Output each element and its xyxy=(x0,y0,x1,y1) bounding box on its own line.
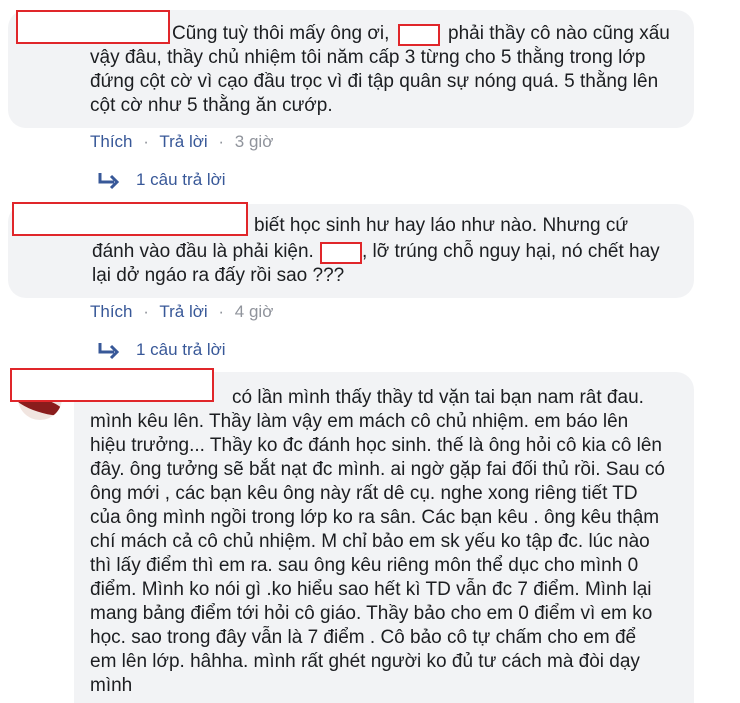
like-link[interactable]: Thích xyxy=(90,132,133,151)
comment-actions: Thích · Trả lời · 4 giờ xyxy=(90,302,274,321)
reply-link[interactable]: Trả lời xyxy=(159,132,207,151)
comment-text-line2a: đánh vào đầu là phải kiện. xyxy=(92,241,314,262)
comment-text-line2b: , lỡ trúng chỗ nguy hại, nó chết hay xyxy=(362,241,660,262)
comment-bubble: biết học sinh hư hay láo như nào. Nhưng … xyxy=(8,202,694,298)
reply-arrow-icon xyxy=(98,343,120,360)
replies-count: 1 câu trả lời xyxy=(136,340,226,359)
comment-text-line1: có lần mình thấy thầy td vặn tai bạn nam… xyxy=(232,387,644,408)
comment-timestamp[interactable]: 4 giờ xyxy=(235,302,274,321)
comment-timestamp[interactable]: 3 giờ xyxy=(235,132,274,151)
view-replies-link[interactable]: 1 câu trả lời xyxy=(96,340,226,360)
view-replies-link[interactable]: 1 câu trả lời xyxy=(96,170,226,190)
comment-text-line1: Cũng tuỳ thôi mấy ông ơi, xyxy=(172,23,390,44)
redacted-commenter-name xyxy=(16,10,170,44)
redacted-word xyxy=(320,242,362,264)
redacted-commenter-name xyxy=(12,202,248,236)
redacted-word xyxy=(398,24,440,46)
redacted-commenter-name xyxy=(10,368,214,402)
like-link[interactable]: Thích xyxy=(90,302,133,321)
comment-text-line1: biết học sinh hư hay láo như nào. Nhưng … xyxy=(254,215,629,236)
comment-actions: Thích · Trả lời · 3 giờ xyxy=(90,132,274,151)
comment-text-line3: lại dở ngáo ra đấy rồi sao ??? xyxy=(92,265,345,286)
replies-count: 1 câu trả lời xyxy=(136,170,226,189)
comment-text: mình kêu lên. Thầy làm vậy em mách cô ch… xyxy=(90,411,665,696)
comment-bubble: Cũng tuỳ thôi mấy ông ơi, phải thầy cô n… xyxy=(8,10,694,128)
comment-text: vậy đâu, thầy chủ nhiệm tôi năm cấp 3 từ… xyxy=(90,47,659,116)
reply-link[interactable]: Trả lời xyxy=(159,302,207,321)
reply-arrow-icon xyxy=(98,173,120,190)
comment-text-line1b: phải thầy cô nào cũng xấu xyxy=(448,23,670,44)
comment-bubble: có lần mình thấy thầy td vặn tai bạn nam… xyxy=(10,368,694,703)
